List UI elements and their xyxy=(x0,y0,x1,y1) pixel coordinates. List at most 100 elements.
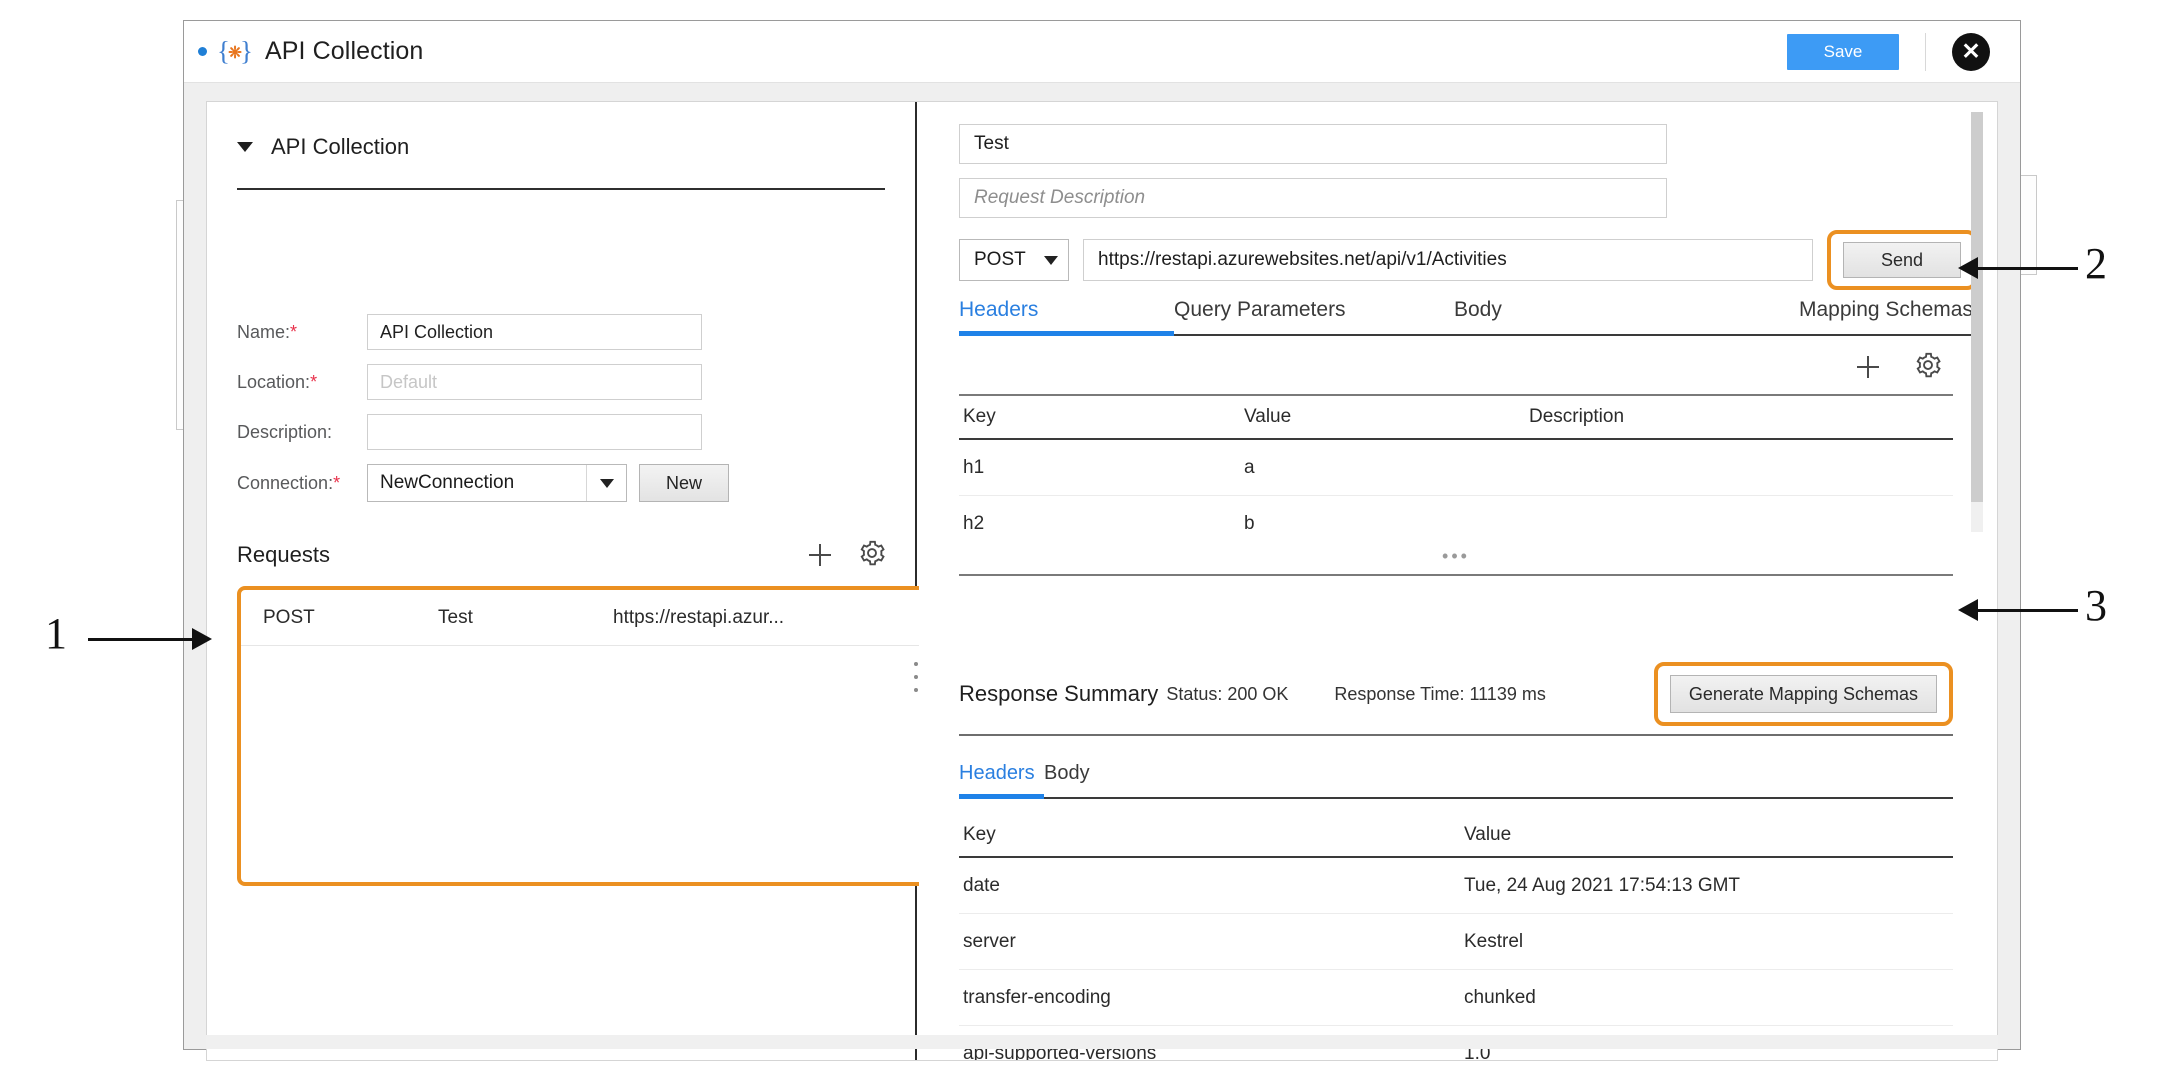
window-content: API Collection Name:* API Collection Loc… xyxy=(184,83,2020,1061)
response-tabs: Headers Body xyxy=(959,762,1953,799)
api-gear-icon: {} xyxy=(217,36,253,68)
save-button[interactable]: Save xyxy=(1787,33,1899,70)
request-description-input[interactable]: Request Description xyxy=(959,178,1667,218)
annotation-arrow-3 xyxy=(1958,599,1978,621)
table-overflow-indicator: ••• xyxy=(1442,546,1470,566)
chevron-down-icon xyxy=(586,465,626,501)
titlebar-divider xyxy=(1925,32,1926,71)
close-icon[interactable]: ✕ xyxy=(1952,32,1990,71)
column-header-key: Key xyxy=(963,406,996,427)
response-header-value: chunked xyxy=(1464,986,1536,1008)
request-headers-table: Key Value Description h1 a h2 b ••• xyxy=(959,394,1953,576)
header-key: h1 xyxy=(963,456,985,478)
response-status: Status: 200 OK xyxy=(1166,683,1289,704)
table-row[interactable]: server Kestrel xyxy=(959,914,1953,970)
tab-headers[interactable]: Headers xyxy=(959,298,1174,336)
response-tab-headers[interactable]: Headers xyxy=(959,762,1044,799)
annotation-number-3: 3 xyxy=(2085,581,2107,630)
response-header-value: Kestrel xyxy=(1464,930,1524,952)
api-collection-window: {} API Collection Save ✕ API Collection… xyxy=(183,20,2021,1061)
brace-right: } xyxy=(240,36,253,66)
titlebar-actions: Save ✕ xyxy=(1787,21,2020,82)
table-bottom-rule xyxy=(959,574,1953,576)
response-summary-section: Response Summary Status: 200 OK Response… xyxy=(959,662,1953,736)
column-header-value: Value xyxy=(1464,824,1512,845)
column-header-key: Key xyxy=(963,824,996,845)
annotation-arrow-2 xyxy=(1958,257,1978,279)
name-input[interactable]: API Collection xyxy=(367,314,702,350)
generate-mapping-schemas-highlight: Generate Mapping Schemas xyxy=(1653,662,1953,726)
tab-body[interactable]: Body xyxy=(1454,298,1799,334)
response-header-key: server xyxy=(963,930,1016,952)
requests-label: Requests xyxy=(237,542,330,567)
response-tabs-row: Headers Body xyxy=(959,762,1953,799)
response-summary-title: Response Summary xyxy=(959,681,1159,706)
collection-section-header[interactable]: API Collection xyxy=(237,134,409,160)
request-url: https://restapi.azur... xyxy=(613,606,785,628)
connection-dropdown[interactable]: NewConnection xyxy=(367,464,627,502)
table-row[interactable]: h1 a xyxy=(959,440,1953,496)
generate-mapping-schemas-button[interactable]: Generate Mapping Schemas xyxy=(1669,675,1937,713)
table-header-row: Key Value xyxy=(959,814,1953,858)
response-summary-divider xyxy=(959,734,1953,736)
request-panel-scrollbar[interactable] xyxy=(1971,112,1983,532)
plus-icon[interactable] xyxy=(807,542,833,568)
chevron-down-icon xyxy=(237,142,253,152)
gear-icon[interactable] xyxy=(857,538,887,568)
request-name-input[interactable]: Test xyxy=(959,124,1667,164)
annotation-arrow-1 xyxy=(192,628,212,650)
description-input[interactable] xyxy=(367,414,702,450)
gear-icon[interactable] xyxy=(1913,350,1943,380)
method-dropdown[interactable]: POST xyxy=(959,239,1069,281)
section-divider xyxy=(237,188,885,190)
annotation-number-2: 2 xyxy=(2085,239,2107,288)
window-titlebar: {} API Collection Save ✕ xyxy=(184,21,2020,83)
connection-dropdown-value: NewConnection xyxy=(380,472,515,493)
column-header-value: Value xyxy=(1244,406,1292,427)
annotation-number-1: 1 xyxy=(45,609,67,658)
request-method: POST xyxy=(263,606,315,628)
request-name: Test xyxy=(438,606,473,628)
response-tab-body[interactable]: Body xyxy=(1044,762,1090,797)
field-row-location: Location:* Default xyxy=(237,364,702,400)
tab-mapping-schemas[interactable]: Mapping Schemas xyxy=(1799,298,1973,334)
field-row-connection: Connection:* NewConnection New xyxy=(237,464,729,502)
required-marker: * xyxy=(333,472,341,493)
table-row[interactable]: h2 b xyxy=(959,496,1953,552)
plus-icon[interactable] xyxy=(1855,354,1881,380)
url-input[interactable]: https://restapi.azurewebsites.net/api/v1… xyxy=(1083,239,1813,281)
window-horizontal-scrollbar[interactable] xyxy=(206,1035,1998,1049)
response-headers-table: Key Value date Tue, 24 Aug 2021 17:54:13… xyxy=(959,814,1953,1060)
request-tabs: Headers Query Parameters Body Mapping Sc… xyxy=(959,298,1977,336)
editor-panel: API Collection Name:* API Collection Loc… xyxy=(206,101,1998,1061)
field-row-name: Name:* API Collection xyxy=(237,314,702,350)
new-connection-button[interactable]: New xyxy=(639,464,729,502)
request-url-row: POST https://restapi.azurewebsites.net/a… xyxy=(959,230,1977,290)
table-row[interactable]: date Tue, 24 Aug 2021 17:54:13 GMT xyxy=(959,858,1953,914)
window-title: API Collection xyxy=(265,37,424,65)
location-input[interactable]: Default xyxy=(367,364,702,400)
field-row-description: Description: xyxy=(237,414,702,450)
send-button[interactable]: Send xyxy=(1843,242,1961,278)
response-tabs-underline xyxy=(959,797,1953,799)
table-row[interactable]: transfer-encoding chunked xyxy=(959,970,1953,1026)
label-location: Location:* xyxy=(237,371,318,392)
chevron-down-icon xyxy=(1044,240,1058,280)
column-header-description: Description xyxy=(1529,406,1625,427)
response-header-key: date xyxy=(963,874,1000,896)
header-key: h2 xyxy=(963,513,985,534)
header-value: b xyxy=(1244,513,1255,534)
unsaved-indicator-dot xyxy=(198,47,207,56)
header-value: a xyxy=(1244,456,1255,478)
response-time: Response Time: 11139 ms xyxy=(1334,683,1546,704)
tab-query-parameters[interactable]: Query Parameters xyxy=(1174,298,1454,334)
send-button-highlight: Send xyxy=(1827,230,1977,290)
table-header-row: Key Value Description xyxy=(959,394,1953,440)
annotation-line-2 xyxy=(1978,267,2078,270)
table-row[interactable]: POST Test https://restapi.azur... xyxy=(241,590,923,646)
collection-section-title: API Collection xyxy=(271,134,410,159)
requests-list-highlight: POST Test https://restapi.azur... xyxy=(237,586,927,886)
response-header-key: transfer-encoding xyxy=(963,986,1111,1008)
annotation-line-3 xyxy=(1978,609,2078,612)
right-pane: Test Request Description POST https://re… xyxy=(919,102,1997,1060)
